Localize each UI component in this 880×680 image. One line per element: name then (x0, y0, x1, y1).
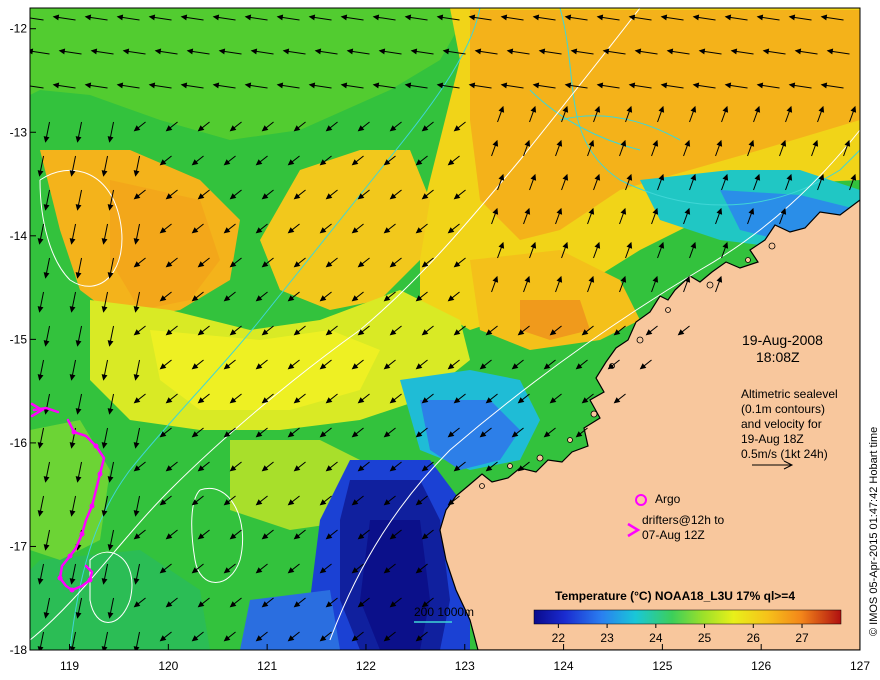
lon-tick-label: 120 (158, 659, 178, 673)
altimetry-line2: (0.1m contours) (741, 402, 825, 416)
lon-tick-label: 124 (554, 659, 574, 673)
colorbar (533, 609, 842, 625)
argo-label: Argo (655, 492, 681, 506)
velocity-arrow-head (101, 646, 108, 650)
credit-text: © IMOS 05-Apr-2015 01:47:42 Hobart time (868, 427, 880, 636)
lat-tick-label: -12 (10, 22, 28, 36)
lat-tick-label: -17 (10, 539, 28, 553)
date-line2: 18:08Z (756, 349, 800, 365)
lon-tick-label: 127 (850, 659, 870, 673)
bathy-legend-label: 200 1000m (414, 605, 474, 619)
lon-tick-label: 126 (751, 659, 771, 673)
velocity-arrow-head (133, 646, 140, 650)
lon-tick-label: 119 (60, 659, 79, 673)
date-line1: 19-Aug-2008 (742, 332, 823, 348)
lon-tick-label: 121 (257, 659, 277, 673)
lon-tick-label: 122 (356, 659, 376, 673)
altimetry-line5: 0.5m/s (1kt 24h) (741, 447, 828, 461)
drifters-line2: 07-Aug 12Z (642, 528, 705, 542)
colorbar-tick-label: 23 (600, 631, 614, 645)
velocity-arrow-head (22, 83, 27, 87)
altimetry-line3: and velocity for (741, 417, 822, 431)
colorbar-tick-label: 26 (747, 631, 761, 645)
colorbar-tick-label: 25 (698, 631, 712, 645)
colorbar-tick-label: 22 (552, 631, 566, 645)
lat-tick-label: -15 (10, 332, 28, 346)
colorbar-tick-label: 27 (795, 631, 809, 645)
colorbar-tick-label: 24 (649, 631, 663, 645)
altimetry-line1: Altimetric sealevel (741, 387, 838, 401)
lon-tick-label: 125 (652, 659, 672, 673)
lon-tick-label: 123 (455, 659, 475, 673)
altimetry-line4: 19-Aug 18Z (741, 432, 804, 446)
velocity-arrow-head (69, 646, 76, 650)
colorbar-title: Temperature (°C) NOAA18_L3U 17% ql>=4 (555, 589, 795, 603)
lat-tick-label: -14 (10, 229, 28, 243)
drifters-line1: drifters@12h to (642, 513, 725, 527)
sst-map: 119 120 121 122 123 124 125 126 127 -12 -13 -14 -15… (10, 7, 880, 673)
velocity-arrow-head (22, 15, 27, 19)
lat-tick-label: -16 (10, 436, 28, 450)
lat-tick-label: -13 (10, 125, 28, 139)
velocity-arrow-head (37, 646, 44, 650)
lat-tick-label: -18 (10, 643, 28, 657)
